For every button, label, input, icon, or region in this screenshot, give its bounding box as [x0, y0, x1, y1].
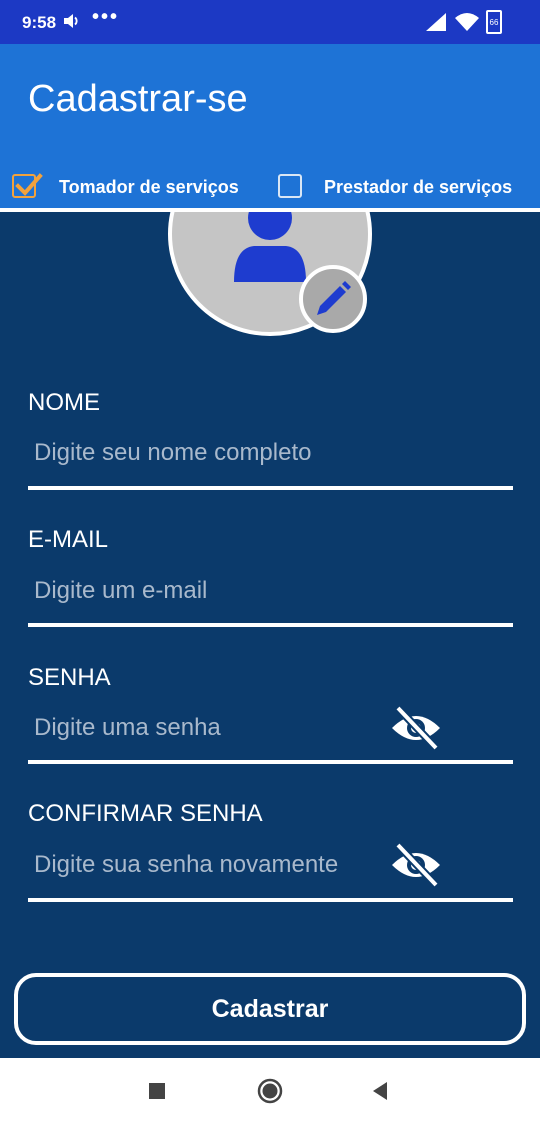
check-icon: [15, 173, 43, 196]
system-nav-bar: [0, 1058, 540, 1123]
edit-avatar-button[interactable]: [299, 265, 367, 333]
battery-icon: 66: [486, 10, 502, 34]
name-underline: [28, 486, 513, 490]
status-time: 9:58: [22, 13, 57, 32]
home-icon[interactable]: [255, 1076, 285, 1106]
more-notifications-icon: •••: [92, 6, 120, 28]
volume-icon: [64, 14, 78, 28]
email-label: E-MAIL: [28, 526, 109, 553]
checkbox-prestador-label[interactable]: Prestador de serviços: [324, 177, 512, 198]
user-icon: [234, 212, 306, 282]
confirm-password-input[interactable]: [28, 843, 388, 887]
eye-off-icon[interactable]: [390, 843, 442, 887]
pencil-icon: [317, 281, 351, 315]
wifi-icon: [455, 13, 479, 31]
password-underline: [28, 760, 513, 764]
checkbox-tomador-label[interactable]: Tomador de serviços: [59, 177, 239, 198]
email-input[interactable]: [28, 569, 512, 613]
app-bar: Cadastrar-se Tomador de serviços Prestad…: [0, 44, 540, 209]
eye-off-icon[interactable]: [390, 706, 442, 750]
recents-icon[interactable]: [142, 1076, 172, 1106]
name-label: NOME: [28, 389, 100, 416]
battery-level: 66: [489, 18, 499, 27]
checkbox-prestador[interactable]: [278, 174, 302, 198]
register-button[interactable]: Cadastrar: [14, 973, 526, 1045]
confirm-password-label: CONFIRMAR SENHA: [28, 800, 263, 827]
signup-form: NOME E-MAIL SENHA CONFIRMAR SENHA Cadast…: [0, 212, 540, 1058]
email-underline: [28, 623, 513, 627]
back-icon[interactable]: [365, 1076, 395, 1106]
name-input[interactable]: [28, 431, 512, 475]
password-label: SENHA: [28, 664, 111, 691]
checkbox-tomador[interactable]: [12, 173, 43, 198]
page-title: Cadastrar-se: [28, 78, 248, 120]
status-bar: 9:58 ••• 66: [0, 0, 540, 44]
confirm-password-underline: [28, 898, 513, 902]
password-input[interactable]: [28, 706, 388, 750]
cell-signal-icon: [426, 13, 446, 31]
